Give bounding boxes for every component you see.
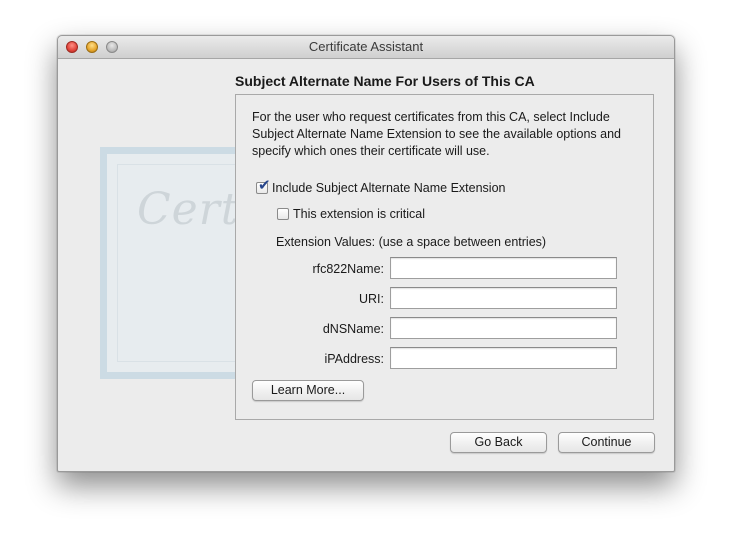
- include-extension-checkbox[interactable]: ✔: [256, 178, 271, 194]
- uri-label: URI:: [359, 292, 384, 306]
- uri-field[interactable]: [390, 287, 617, 309]
- dnsname-field[interactable]: [390, 317, 617, 339]
- go-back-button[interactable]: Go Back: [450, 432, 547, 453]
- learn-more-button[interactable]: Learn More...: [252, 380, 364, 401]
- extension-values-label: Extension Values: (use a space between e…: [276, 235, 547, 249]
- instructions-text: For the user who request certificates fr…: [252, 110, 621, 158]
- rfc822name-field[interactable]: [390, 257, 617, 279]
- window-title: Certificate Assistant: [308, 39, 424, 54]
- critical-extension-option[interactable]: This extension is critical: [277, 206, 425, 222]
- page-title: Subject Alternate Name For Users of This…: [235, 73, 535, 89]
- critical-extension-checkbox[interactable]: [277, 208, 289, 220]
- dnsname-label: dNSName:: [322, 322, 384, 336]
- critical-extension-label: This extension is critical: [293, 207, 425, 221]
- rfc822name-label: rfc822Name:: [312, 262, 384, 276]
- ipaddress-field[interactable]: [390, 347, 617, 369]
- include-extension-label: Include Subject Alternate Name Extension: [272, 181, 506, 195]
- ipaddress-label: iPAddress:: [324, 352, 384, 366]
- include-extension-option[interactable]: ✔ Include Subject Alternate Name Extensi…: [256, 178, 506, 196]
- title-bar[interactable]: Certificate Assistant: [58, 36, 674, 59]
- checkmark-icon: ✔: [258, 177, 271, 194]
- certificate-assistant-window: Certificate Assistant Certificate Subjec…: [57, 35, 675, 472]
- options-panel: For the user who request certificates fr…: [235, 94, 654, 420]
- continue-button[interactable]: Continue: [558, 432, 655, 453]
